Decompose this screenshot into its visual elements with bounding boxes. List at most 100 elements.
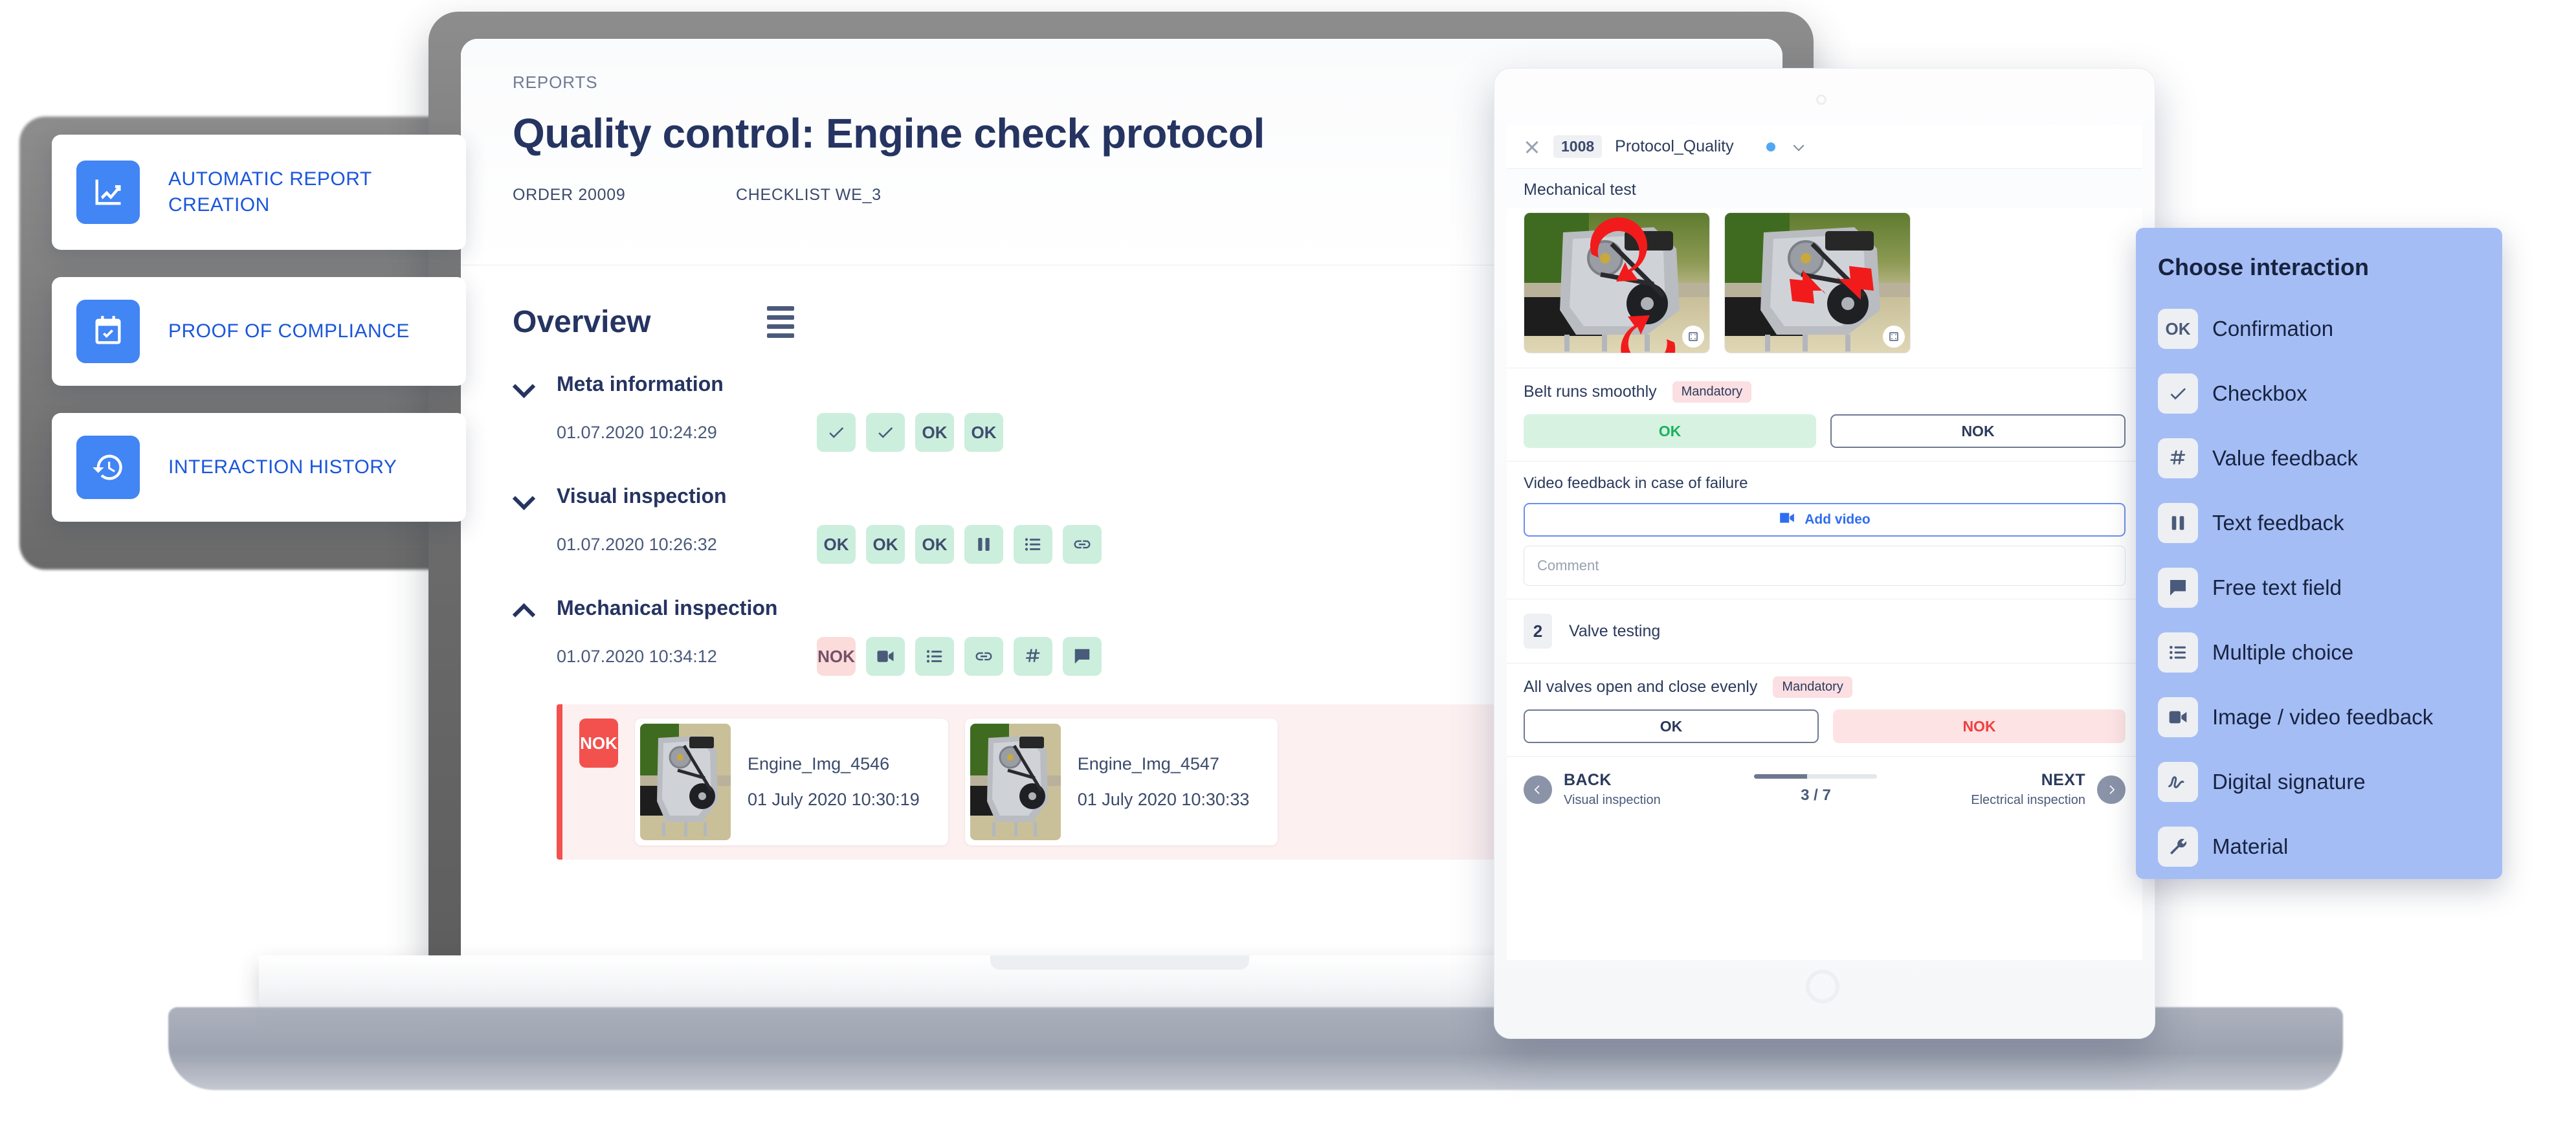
evidence-image-card[interactable]: Engine_Img_4547 01 July 2020 10:30:33 (964, 718, 1278, 845)
video-icon[interactable] (866, 637, 905, 676)
comment-icon[interactable] (1063, 637, 1102, 676)
video-feedback-label: Video feedback in case of failure (1524, 474, 1748, 492)
interaction-option-free-text-field[interactable]: Free text field (2158, 555, 2480, 620)
ok-nok-buttons: OK NOK (1524, 709, 2126, 743)
video-icon (1779, 511, 1795, 528)
status-dot-icon (1766, 142, 1775, 151)
interaction-option-label: Free text field (2212, 575, 2342, 599)
next-label: NEXT (2041, 771, 2085, 789)
interaction-option-label: Digital signature (2212, 770, 2366, 794)
status-badge[interactable]: OK (866, 525, 905, 564)
evidence-image-name: Engine_Img_4546 (748, 754, 890, 774)
tablet-topbar: 1008 Protocol_Quality (1507, 125, 2142, 169)
interaction-option-label: Checkbox (2212, 381, 2307, 405)
tablet-camera-icon (1816, 95, 1827, 105)
engine-photo-rotation[interactable] (1524, 212, 1710, 353)
mandatory-badge: Mandatory (1672, 381, 1752, 403)
pause-bars-icon (2158, 503, 2198, 543)
video-icon (2158, 697, 2198, 737)
section-timestamp: 01.07.2020 10:24:29 (557, 422, 717, 442)
interaction-items-list: OK Confirmation Checkbox Value feedback Text… (2158, 296, 2480, 879)
nok-button[interactable]: NOK (1833, 709, 2126, 743)
status-badge[interactable]: OK (964, 413, 1003, 452)
next-text[interactable]: NEXT Electrical inspection (1971, 771, 2085, 808)
nok-tag: NOK (579, 718, 618, 768)
add-video-label: Add video (1804, 512, 1871, 527)
interaction-option-image-video-feedback[interactable]: Image / video feedback (2158, 685, 2480, 750)
overview-title: Overview (513, 305, 651, 339)
evidence-image-name: Engine_Img_4547 (1077, 754, 1219, 774)
interaction-option-text-feedback[interactable]: Text feedback (2158, 491, 2480, 555)
chevron-down-icon[interactable] (513, 373, 535, 395)
interaction-option-label: Image / video feedback (2212, 705, 2434, 729)
ok-button[interactable]: OK (1524, 414, 1816, 448)
ok-button[interactable]: OK (1524, 709, 1819, 743)
chevron-down-icon[interactable] (513, 485, 535, 507)
interaction-option-multiple-choice[interactable]: Multiple choice (2158, 620, 2480, 685)
check-icon[interactable] (866, 413, 905, 452)
interaction-option-checkbox[interactable]: Checkbox (2158, 361, 2480, 426)
back-label: BACK (1564, 771, 1612, 789)
question-label: Belt runs smoothly (1524, 383, 1657, 401)
interaction-option-confirmation[interactable]: OK Confirmation (2158, 296, 2480, 361)
ok-nok-buttons: OK NOK (1524, 414, 2126, 448)
interaction-option-digital-signature[interactable]: Digital signature (2158, 750, 2480, 814)
fullscreen-icon[interactable] (1682, 326, 1704, 348)
video-feedback-block: Video feedback in case of failure Add vi… (1507, 461, 2142, 599)
list-icon[interactable] (1014, 525, 1052, 564)
chevron-down-icon[interactable] (1793, 141, 1805, 153)
panel-title: Choose interaction (2158, 254, 2370, 280)
add-video-button[interactable]: Add video (1524, 503, 2126, 537)
check-icon[interactable] (817, 413, 856, 452)
mandatory-badge: Mandatory (1773, 676, 1852, 698)
close-icon[interactable] (1524, 139, 1540, 155)
link-icon[interactable] (1063, 525, 1102, 564)
feature-card-proof-of-compliance[interactable]: PROOF OF COMPLIANCE (52, 277, 466, 386)
hash-icon[interactable] (1014, 637, 1052, 676)
back-sublabel: Visual inspection (1564, 793, 1661, 807)
engine-photo-direction[interactable] (1724, 212, 1911, 353)
protocol-number: 1008 (1553, 135, 1603, 158)
interaction-option-label: Confirmation (2212, 317, 2334, 340)
section-name: Mechanical inspection (557, 596, 778, 619)
tablet-navigation: BACK Visual inspection 3 / 7 NEXT Electr… (1507, 756, 2142, 822)
status-badge[interactable]: NOK (817, 637, 856, 676)
back-text[interactable]: BACK Visual inspection (1564, 771, 1661, 808)
tablet-section-title: Mechanical test (1507, 169, 2142, 208)
tablet-home-button[interactable] (1806, 970, 1839, 1003)
fullscreen-icon[interactable] (1883, 326, 1905, 348)
status-badge[interactable]: OK (915, 413, 954, 452)
step-valve-testing[interactable]: 2 Valve testing (1507, 599, 2142, 663)
tablet-screen: 1008 Protocol_Quality Mechanical test Be… (1507, 125, 2142, 960)
status-badge[interactable]: OK (817, 525, 856, 564)
feature-card-interaction-history[interactable]: INTERACTION HISTORY (52, 413, 466, 522)
evidence-image-card[interactable]: Engine_Img_4546 01 July 2020 10:30:19 (635, 718, 948, 845)
signature-icon (2158, 762, 2198, 802)
calendar-check-icon (76, 300, 140, 363)
chevron-up-icon[interactable] (513, 597, 535, 619)
section-badges: OK OK (817, 413, 1003, 452)
next-sublabel: Electrical inspection (1971, 793, 2085, 807)
interaction-option-material[interactable]: Material (2158, 814, 2480, 879)
list-icon[interactable] (915, 637, 954, 676)
back-arrow-icon[interactable] (1524, 775, 1552, 804)
nok-button[interactable]: NOK (1830, 414, 2126, 448)
next-arrow-icon[interactable] (2097, 775, 2126, 804)
menu-hamburger-icon[interactable] (767, 306, 795, 338)
interaction-option-value-feedback[interactable]: Value feedback (2158, 426, 2480, 491)
comment-input[interactable]: Comment (1524, 546, 2126, 586)
screenshot-stage: REPORTS Quality control: Engine check pr… (0, 0, 2576, 1125)
progress-area: 3 / 7 (1661, 774, 1971, 805)
step-number: 2 (1524, 614, 1552, 649)
progress-count: 3 / 7 (1801, 786, 1831, 804)
question-header: Belt runs smoothly Mandatory (1524, 381, 2126, 403)
section-name: Meta information (557, 372, 724, 395)
pause-icon[interactable] (964, 525, 1003, 564)
evidence-image-date: 01 July 2020 10:30:33 (1077, 790, 1250, 809)
list-icon (2158, 632, 2198, 673)
ok-icon: OK (2158, 309, 2198, 349)
status-badge[interactable]: OK (915, 525, 954, 564)
link-icon[interactable] (964, 637, 1003, 676)
feature-card-automatic-report-creation[interactable]: AUTOMATIC REPORT CREATION (52, 135, 466, 250)
feature-card-label: INTERACTION HISTORY (168, 456, 397, 478)
